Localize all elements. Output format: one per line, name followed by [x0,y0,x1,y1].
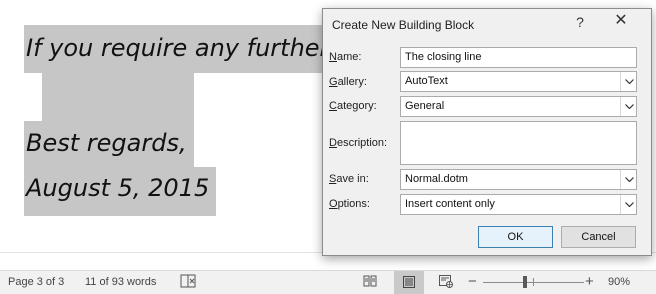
read-mode-icon[interactable] [363,274,377,288]
status-bar: Page 3 of 3 11 of 93 words − + 90% [0,270,656,294]
options-select[interactable]: Insert content only [400,194,637,215]
name-label: Name: [329,51,362,63]
dialog-title: Create New Building Block [332,18,475,32]
chevron-down-icon[interactable] [620,195,636,214]
options-value: Insert content only [405,198,495,210]
options-label: Options: [329,198,370,210]
chevron-down-icon[interactable] [620,170,636,189]
document-text-line[interactable]: August 5, 2015 [24,167,216,216]
close-button[interactable]: ✕ [611,10,631,32]
description-textarea[interactable] [400,121,637,165]
description-label: Description: [329,137,388,149]
word-count[interactable]: 11 of 93 words [85,276,156,288]
zoom-level[interactable]: 90% [608,276,630,288]
gallery-value: AutoText [405,75,448,87]
name-input[interactable]: The closing line [400,47,637,68]
category-select[interactable]: General [400,96,637,117]
document-text-line[interactable]: Best regards, [24,121,194,167]
save-in-label: Save in: [329,173,369,185]
zoom-slider-center-tick [533,278,534,286]
help-button[interactable]: ? [570,12,590,32]
chevron-down-icon[interactable] [620,97,636,116]
page-count[interactable]: Page 3 of 3 [8,276,64,288]
web-layout-icon[interactable] [438,274,454,289]
save-in-select[interactable]: Normal.dotm [400,169,637,190]
gallery-select[interactable]: AutoText [400,71,637,92]
proofing-icon[interactable] [180,274,196,288]
gallery-label: Gallery: [329,76,367,88]
create-building-block-dialog: Create New Building Block ? ✕ Name: The … [322,8,652,256]
document-text-line[interactable]: If you require any further [24,25,329,73]
category-label: Category: [329,100,377,112]
selected-empty-line[interactable] [42,73,194,121]
ok-button[interactable]: OK [478,226,553,248]
cancel-button[interactable]: Cancel [561,226,636,248]
print-layout-icon[interactable] [394,271,424,294]
zoom-out-button[interactable]: − [468,273,477,290]
zoom-slider-thumb[interactable] [523,276,527,288]
save-in-value: Normal.dotm [405,173,468,185]
zoom-in-button[interactable]: + [585,273,594,290]
chevron-down-icon[interactable] [620,72,636,91]
category-value: General [405,100,445,112]
